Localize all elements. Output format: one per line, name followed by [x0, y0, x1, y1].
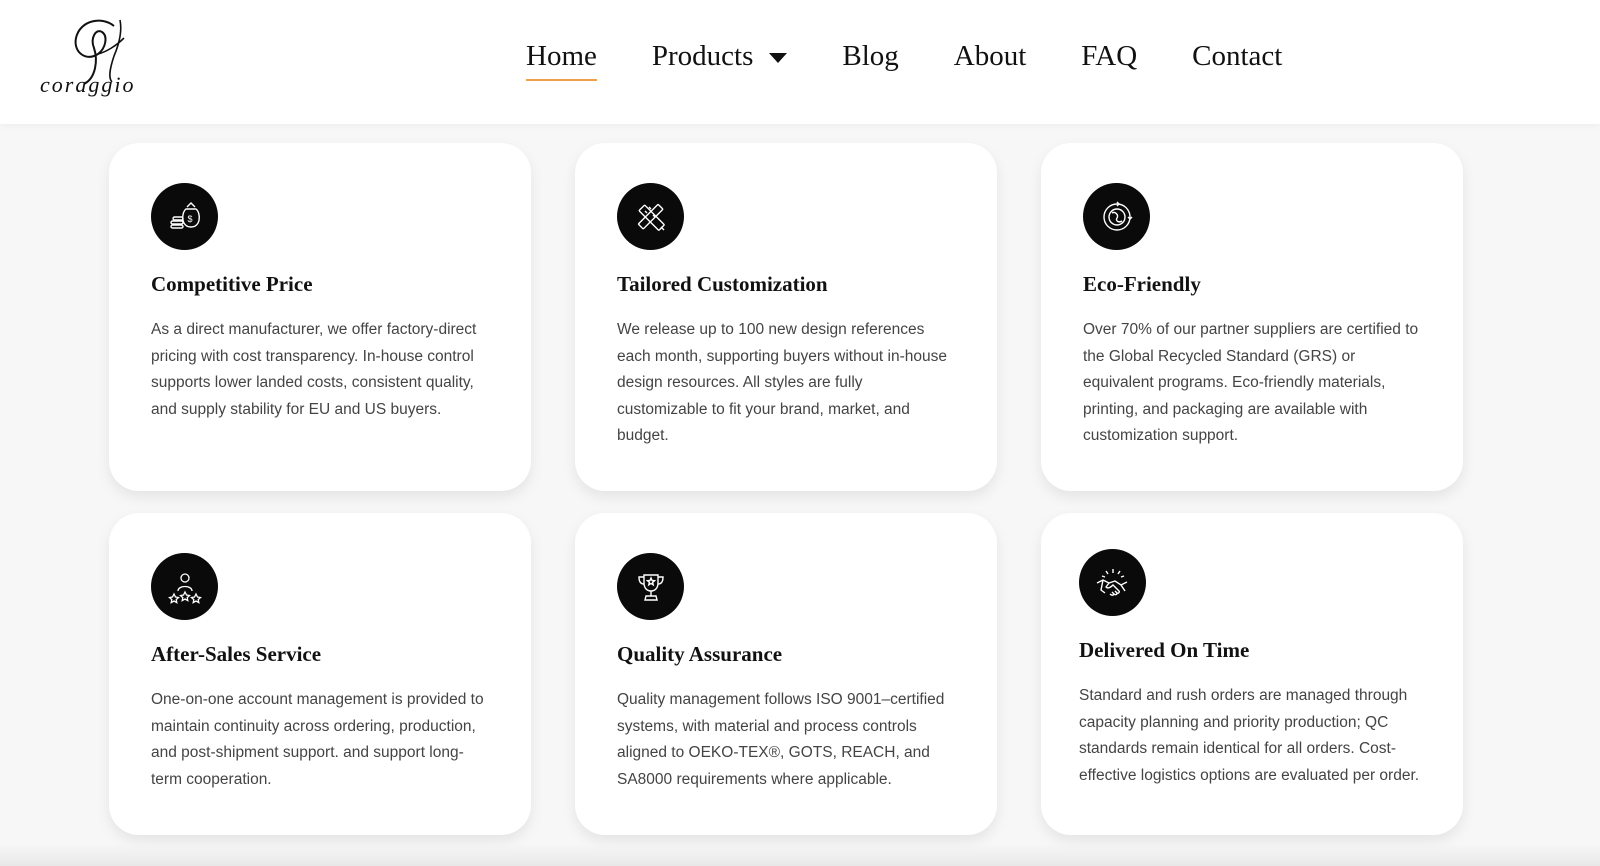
nav-home[interactable]: Home — [526, 39, 597, 81]
feature-title: Delivered On Time — [1079, 638, 1250, 662]
chevron-down-icon[interactable] — [769, 53, 788, 63]
feature-card-tailored-customization: Tailored Customization We release up to … — [575, 143, 997, 491]
coraggio-logo-icon: coraggio — [40, 19, 135, 97]
main-nav: Home Products Blog About FAQ Contact — [526, 36, 1282, 81]
nav-products[interactable]: Products — [652, 40, 788, 77]
money-bag-coins-icon: $ — [151, 183, 218, 250]
site-header: coraggio Home Products Blog About FAQ Co… — [0, 0, 1600, 124]
svg-text:coraggio: coraggio — [40, 72, 135, 97]
nav-about-label: About — [953, 39, 1027, 72]
feature-title: Tailored Customization — [617, 272, 828, 296]
feature-description: We release up to 100 new design referenc… — [617, 321, 948, 445]
nav-blog-label: Blog — [842, 39, 899, 72]
feature-card-eco-friendly: Eco-Friendly Over 70% of our partner sup… — [1041, 143, 1463, 491]
feature-description: Standard and rush orders are managed thr… — [1079, 687, 1420, 784]
feature-title: After-Sales Service — [151, 642, 322, 666]
feature-description: Over 70% of our partner suppliers are ce… — [1083, 321, 1419, 445]
nav-home-label: Home — [526, 39, 597, 72]
feature-title: Competitive Price — [151, 272, 313, 296]
eco-globe-icon — [1083, 183, 1150, 250]
feature-card-quality-assurance: Quality Assurance Quality management fol… — [575, 513, 997, 835]
feature-card-competitive-price: $ Competitive Price As a direct manufact… — [109, 143, 531, 491]
brand-logo[interactable]: coraggio — [36, 12, 158, 104]
feature-description: One-on-one account management is provide… — [151, 691, 484, 788]
customer-stars-icon — [151, 553, 218, 620]
nav-products-label: Products — [651, 39, 754, 72]
feature-card-delivered-on-time: Delivered On Time Standard and rush orde… — [1041, 513, 1463, 835]
feature-title: Quality Assurance — [617, 642, 783, 666]
feature-description: As a direct manufacturer, we offer facto… — [151, 321, 477, 418]
nav-contact[interactable]: Contact — [1192, 40, 1282, 77]
ruler-pencil-icon — [617, 183, 684, 250]
feature-description: Quality management follows ISO 9001–cert… — [617, 691, 945, 788]
svg-text:$: $ — [187, 214, 192, 224]
feature-title: Eco-Friendly — [1083, 272, 1201, 296]
features-grid: $ Competitive Price As a direct manufact… — [109, 143, 1463, 835]
bottom-fade — [0, 844, 1600, 866]
nav-contact-label: Contact — [1192, 39, 1283, 72]
nav-about[interactable]: About — [954, 40, 1027, 77]
nav-blog[interactable]: Blog — [842, 40, 898, 77]
handshake-icon — [1079, 549, 1146, 616]
nav-faq-label: FAQ — [1081, 39, 1138, 72]
trophy-icon — [617, 553, 684, 620]
feature-card-after-sales-service: After-Sales Service One-on-one account m… — [109, 513, 531, 835]
nav-faq[interactable]: FAQ — [1081, 40, 1137, 77]
